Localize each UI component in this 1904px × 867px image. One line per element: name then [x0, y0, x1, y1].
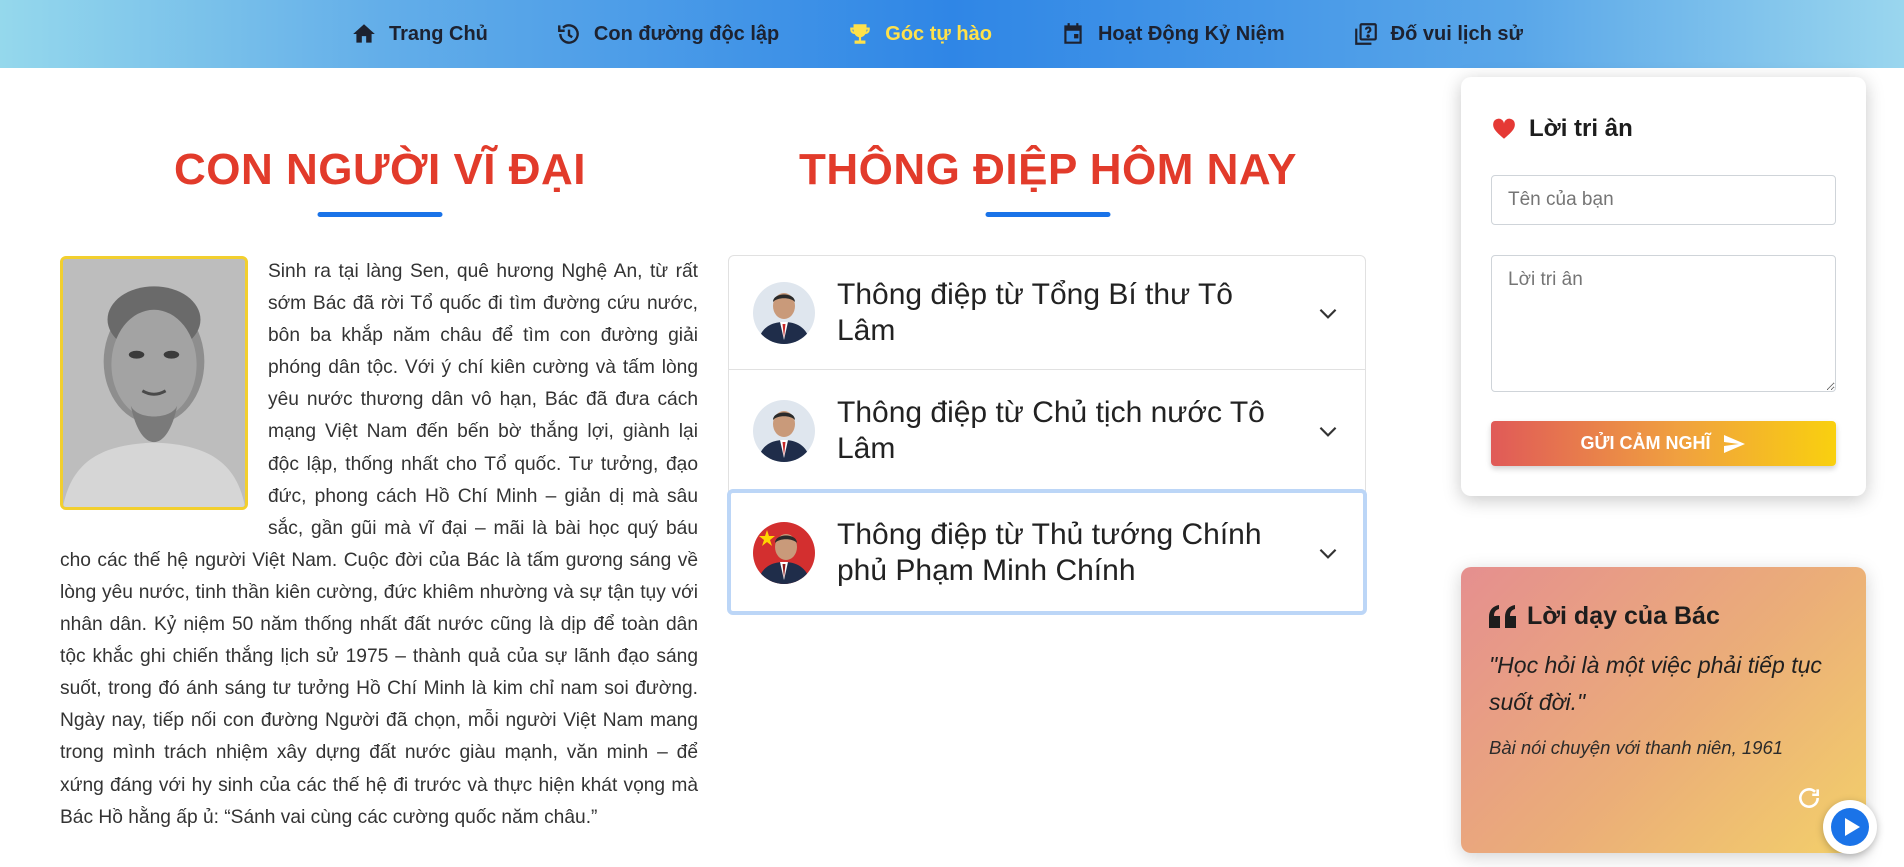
- quote-icon: [1489, 604, 1516, 628]
- name-input[interactable]: [1491, 175, 1836, 225]
- play-audio-button[interactable]: [1823, 800, 1877, 854]
- quiz-icon: [1354, 23, 1377, 45]
- quote-card-title: Lời dạy của Bác: [1527, 602, 1720, 630]
- quote-text: "Học hỏi là một việc phải tiếp tục suốt …: [1489, 652, 1822, 715]
- send-icon: [1724, 434, 1746, 453]
- accordion-item-label: Thông điệp từ Thủ tướng Chính phủ Phạm M…: [837, 517, 1262, 587]
- refresh-icon[interactable]: [1796, 785, 1822, 811]
- title-underline: [317, 212, 443, 217]
- submit-feeling-button[interactable]: GỬI CẢM NGHĨ: [1491, 421, 1836, 466]
- accordion-item-prime-minister[interactable]: Thông điệp từ Thủ tướng Chính phủ Phạm M…: [727, 489, 1367, 615]
- nav-item-history-quiz[interactable]: Đố vui lịch sử: [1353, 21, 1523, 47]
- accordion-item-label: Thông điệp từ Chủ tịch nước Tô Lâm: [837, 395, 1265, 465]
- top-navbar: Trang Chủ Con đường độc lập Góc tự hào H…: [0, 0, 1904, 68]
- messages-accordion: Thông điệp từ Tổng Bí thư Tô Lâm Thông đ…: [727, 255, 1367, 615]
- section-title-great-man: CON NGƯỜI VĨ ĐẠI: [60, 145, 700, 217]
- teaching-quote-card: Lời dạy của Bác "Học hỏi là một việc phả…: [1461, 567, 1866, 853]
- biography-article: Sinh ra tại làng Sen, quê hương Nghệ An,…: [60, 256, 698, 834]
- accordion-item-label: Thông điệp từ Tổng Bí thư Tô Lâm: [837, 277, 1233, 347]
- nav-item-label: Hoạt Động Kỷ Niệm: [1097, 22, 1285, 45]
- chevron-down-icon: [1319, 426, 1337, 437]
- home-icon: [353, 24, 375, 43]
- nav-item-label: Con đường độc lập: [593, 22, 780, 45]
- calendar-icon: [1064, 23, 1082, 44]
- nav-item-independence-road[interactable]: Con đường độc lập: [556, 21, 779, 47]
- avatar: [753, 399, 815, 462]
- section-title-text: THÔNG ĐIỆP HÔM NAY: [799, 145, 1297, 194]
- gratitude-card-header: Lời tri ân: [1491, 115, 1633, 143]
- avatar: [753, 281, 815, 344]
- section-title-today-message: THÔNG ĐIỆP HÔM NAY: [728, 145, 1368, 217]
- heart-icon: [1493, 118, 1515, 139]
- nav-item-pride-corner[interactable]: Góc tự hào: [847, 21, 992, 47]
- portrait-image: [60, 256, 248, 510]
- chevron-down-icon: [1319, 548, 1337, 559]
- quote-card-header: Lời dạy của Bác: [1489, 602, 1720, 631]
- quote-source: Bài nói chuyện với thanh niên, 1961: [1489, 737, 1784, 758]
- submit-button-label: GỬI CẢM NGHĨ: [1580, 433, 1711, 453]
- avatar: [753, 521, 815, 584]
- gratitude-card: Lời tri ân GỬI CẢM NGHĨ: [1461, 77, 1866, 496]
- gratitude-card-title: Lời tri ân: [1529, 115, 1633, 142]
- nav-item-commemoration[interactable]: Hoạt Động Kỷ Niệm: [1060, 21, 1285, 47]
- play-icon: [1831, 808, 1869, 846]
- history-icon: [557, 24, 579, 44]
- message-textarea[interactable]: [1491, 255, 1836, 392]
- nav-item-label: Trang Chủ: [389, 22, 488, 45]
- section-title-text: CON NGƯỜI VĨ ĐẠI: [173, 145, 587, 194]
- nav-item-label: Góc tự hào: [885, 22, 992, 45]
- accordion-item-general-secretary[interactable]: Thông điệp từ Tổng Bí thư Tô Lâm: [729, 256, 1365, 369]
- trophy-icon: [850, 24, 871, 44]
- title-underline: [985, 212, 1111, 217]
- chevron-down-icon: [1319, 308, 1337, 319]
- accordion-item-president[interactable]: Thông điệp từ Chủ tịch nước Tô Lâm: [729, 369, 1365, 491]
- nav-item-home[interactable]: Trang Chủ: [351, 21, 488, 47]
- nav-item-label: Đố vui lịch sử: [1390, 22, 1523, 45]
